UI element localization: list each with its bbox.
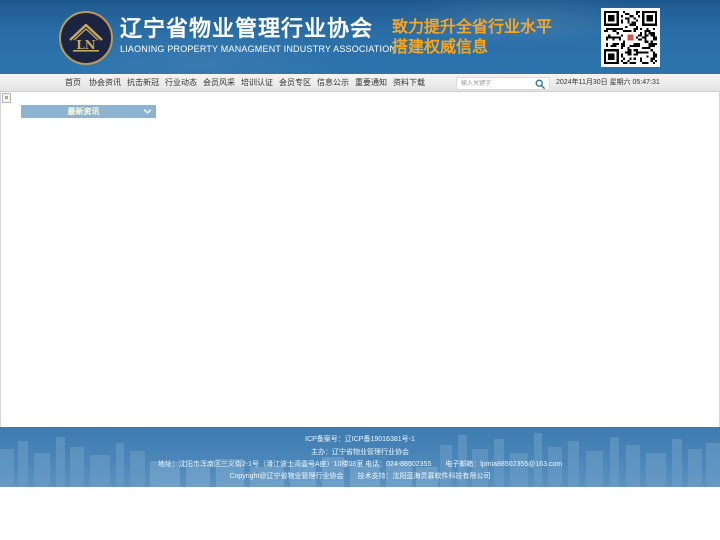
footer-sponsor: 主办：辽宁省物业管理行业协会 — [0, 447, 720, 457]
nav-item-notices[interactable]: 重要通知 — [355, 74, 387, 92]
slogan-line-2: 搭建权威信息 — [392, 37, 489, 56]
nav-item-training[interactable]: 培训认证 — [241, 74, 273, 92]
nav-item-industry[interactable]: 行业动态 — [165, 74, 197, 92]
email-text: 电子邮箱：lpmia88502355@163.com — [445, 461, 563, 468]
nav-item-members[interactable]: 会员风采 — [203, 74, 235, 92]
copyright-text: Copyright@辽宁省物业管理行业协会 — [229, 473, 344, 480]
broken-image-icon — [2, 93, 11, 103]
chevron-down-icon — [143, 107, 152, 116]
logo-emblem: LN — [69, 23, 103, 52]
address-text: 地址：沈阳市浑南区三义街2-1号（潘江波士湾壹号A座）10楼08室 — [157, 461, 364, 468]
site-subtitle-en: LIAONING PROPERTY MANAGMENT INDUSTRY ASS… — [120, 44, 397, 54]
nav-item-member-zone[interactable]: 会员专区 — [279, 74, 311, 92]
latest-news-title: 最新资讯 — [67, 107, 100, 116]
phone-text: 电话：024-88502355 — [365, 461, 432, 468]
search-input[interactable] — [461, 78, 533, 89]
qr-code-pattern — [604, 11, 657, 64]
association-logo-icon[interactable]: LN — [59, 11, 113, 65]
tech-support-text: 技术支持：沈阳蓝海灵慕软件科技有限公司 — [357, 473, 491, 480]
nav-item-covid[interactable]: 抗击新冠 — [127, 74, 159, 92]
main-content: 最新资讯 — [0, 92, 720, 427]
nav-item-downloads[interactable]: 资料下载 — [393, 74, 425, 92]
nav-item-association-news[interactable]: 协会资讯 — [89, 74, 121, 92]
footer-contact: 地址：沈阳市浑南区三义街2-1号（潘江波士湾壹号A座）10楼08室 电话：024… — [0, 459, 720, 469]
search-box — [456, 77, 550, 90]
footer-copyright: Copyright@辽宁省物业管理行业协会 技术支持：沈阳蓝海灵慕软件科技有限公司 — [0, 471, 720, 481]
site-footer: ICP备案号：辽ICP备19016381号-1 主办：辽宁省物业管理行业协会 地… — [0, 427, 720, 487]
sponsor-text: 主办：辽宁省物业管理行业协会 — [311, 449, 409, 456]
main-nav: 首页 协会资讯 抗击新冠 行业动态 会员风采 培训认证 会员专区 信息公示 重要… — [0, 74, 720, 92]
nav-item-home[interactable]: 首页 — [65, 74, 81, 92]
search-icon-glyph — [535, 79, 545, 89]
latest-news-header[interactable]: 最新资讯 — [21, 105, 156, 118]
icp-number[interactable]: ICP备案号：辽ICP备19016381号-1 — [305, 434, 415, 444]
nav-item-public-info[interactable]: 信息公示 — [317, 74, 349, 92]
chevron-down-glyph — [143, 109, 152, 114]
qr-code-icon — [601, 8, 660, 67]
footer-icp: ICP备案号：辽ICP备19016381号-1 — [0, 434, 720, 444]
slogan: 致力提升全省行业水平 搭建权威信息 — [392, 17, 552, 57]
slogan-line-1: 致力提升全省行业水平 — [392, 17, 553, 36]
logo-badge-text: LN — [76, 38, 95, 52]
site-title: 辽宁省物业管理行业协会 — [120, 17, 374, 42]
header-banner: LN 辽宁省物业管理行业协会 LIAONING PROPERTY MANAGME… — [0, 0, 720, 74]
search-icon[interactable] — [534, 78, 546, 89]
current-datetime: 2024年11月30日 星期六 05:47:31 — [556, 79, 660, 86]
